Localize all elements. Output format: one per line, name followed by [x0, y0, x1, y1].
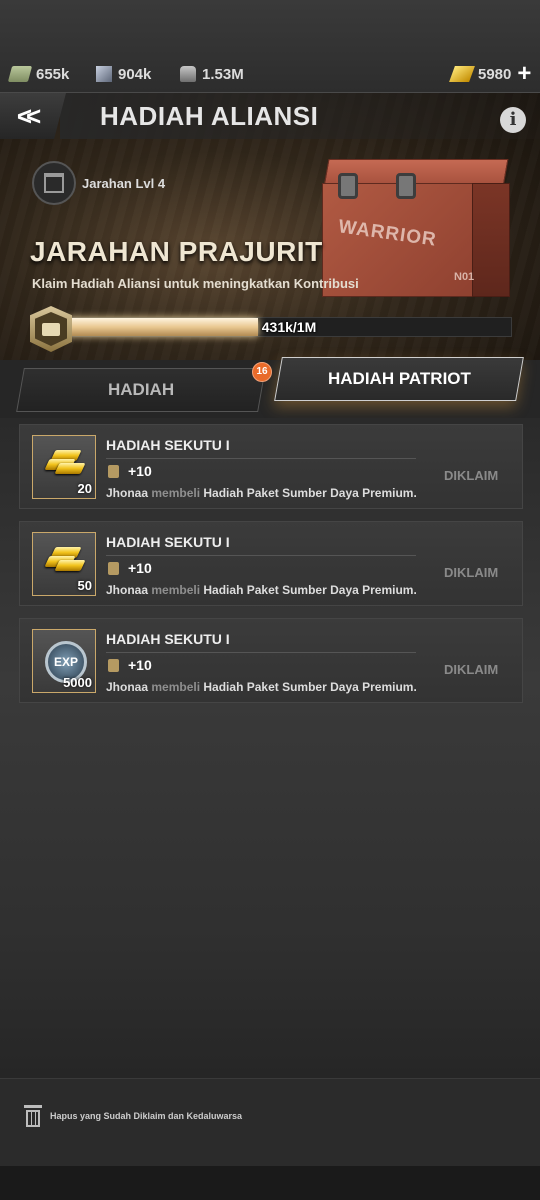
page-title: HADIAH ALIANSI: [100, 101, 319, 131]
loot-name: JARAHAN PRAJURIT: [30, 236, 323, 267]
buyer-name: Jhonaa: [106, 583, 149, 597]
contribution-badge-icon: [30, 306, 72, 352]
reward-icon: EXP 5000: [32, 629, 96, 693]
divider: [106, 458, 416, 459]
tab-patriot-rewards[interactable]: HADIAH PATRIOT: [274, 357, 524, 401]
verb: membeli: [151, 583, 201, 597]
contribution-icon: [108, 464, 119, 478]
gold-bars-icon: [43, 450, 86, 482]
gold-amount: 5980: [478, 65, 512, 83]
divider: [106, 652, 416, 653]
double-chevron-left-icon: <<: [16, 100, 42, 131]
loot-level: Jarahan Lvl 4: [32, 161, 165, 205]
reward-description: Jhonaa membeli Hadiah Paket Sumber Daya …: [106, 486, 417, 500]
buyer-name: Jhonaa: [106, 680, 149, 694]
list-item: EXP 5000 HADIAH SEKUTU I +10 Jhonaa memb…: [19, 618, 523, 703]
points-value: +10: [128, 657, 152, 673]
steel-amount: 904k: [118, 65, 152, 83]
contribution-icon: [108, 561, 119, 575]
reward-description: Jhonaa membeli Hadiah Paket Sumber Daya …: [106, 583, 417, 597]
buyer-name: Jhonaa: [106, 486, 149, 500]
cash-resource[interactable]: 655k: [7, 64, 70, 84]
reward-points: +10: [108, 657, 152, 673]
verb: membeli: [151, 680, 201, 694]
crate-number: N01: [454, 271, 475, 283]
resource-bar: 655k 904k 1.53M 5980 +: [0, 0, 540, 93]
trash-icon[interactable]: [24, 1105, 42, 1127]
gold-bars-icon: [43, 547, 86, 579]
reward-description: Jhonaa membeli Hadiah Paket Sumber Daya …: [106, 680, 417, 694]
contribution-icon: [108, 658, 119, 672]
claimed-status: DIKLAIM: [444, 662, 499, 677]
claimed-status: DIKLAIM: [444, 565, 499, 580]
rewards-count-badge: 16: [252, 362, 272, 382]
reward-title: HADIAH SEKUTU I: [106, 437, 230, 453]
tab-patriot-label: HADIAH PATRIOT: [327, 369, 471, 388]
reward-qty: 20: [77, 481, 92, 496]
reward-icon: 50: [32, 532, 96, 596]
clear-claimed-button[interactable]: Hapus yang Sudah Diklaim dan Kedaluwarsa: [50, 1111, 242, 1121]
gold-resource[interactable]: 5980 +: [449, 62, 531, 86]
reward-points: +10: [108, 560, 152, 576]
oil-resource[interactable]: 1.53M: [180, 64, 244, 84]
tab-rewards-label: HADIAH: [107, 380, 175, 399]
reward-qty: 5000: [63, 675, 92, 690]
info-button[interactable]: i: [500, 107, 526, 133]
steel-resource[interactable]: 904k: [96, 64, 151, 84]
loot-level-text: Jarahan Lvl 4: [82, 175, 166, 191]
list-item: 50 HADIAH SEKUTU I +10 Jhonaa membeli Ha…: [19, 521, 523, 606]
tab-rewards[interactable]: HADIAH: [16, 368, 266, 412]
loot-subtitle: Klaim Hadiah Aliansi untuk meningkatkan …: [32, 276, 359, 291]
cash-icon: [7, 66, 33, 82]
reward-list: 20 HADIAH SEKUTU I +10 Jhonaa membeli Ha…: [0, 418, 540, 1078]
reward-icon: 20: [32, 435, 96, 499]
oil-icon: [180, 66, 196, 82]
gold-icon: [449, 66, 475, 82]
item-name: Hadiah Paket Sumber Daya Premium.: [203, 680, 417, 694]
points-value: +10: [128, 463, 152, 479]
verb: membeli: [151, 486, 201, 500]
reward-title: HADIAH SEKUTU I: [106, 534, 230, 550]
item-name: Hadiah Paket Sumber Daya Premium.: [203, 486, 417, 500]
cash-amount: 655k: [36, 65, 70, 83]
footer-bar: Hapus yang Sudah Diklaim dan Kedaluwarsa: [0, 1078, 540, 1167]
list-item: 20 HADIAH SEKUTU I +10 Jhonaa membeli Ha…: [19, 424, 523, 509]
oil-amount: 1.53M: [202, 65, 244, 83]
points-value: +10: [128, 560, 152, 576]
tab-bar: HADIAH 16 HADIAH PATRIOT: [0, 357, 540, 418]
reward-title: HADIAH SEKUTU I: [106, 631, 230, 647]
reward-points: +10: [108, 463, 152, 479]
gift-icon: [32, 161, 76, 205]
contribution-progress-bar: 431k/1M: [66, 317, 512, 337]
add-gold-button[interactable]: +: [517, 62, 531, 86]
reward-qty: 50: [77, 578, 92, 593]
claimed-status: DIKLAIM: [444, 468, 499, 483]
system-bar: [0, 1166, 540, 1200]
steel-icon: [96, 66, 112, 82]
divider: [106, 555, 416, 556]
loot-banner: << HADIAH ALIANSI i Jarahan Lvl 4 WARRIO…: [0, 93, 540, 360]
back-button[interactable]: <<: [0, 93, 66, 139]
item-name: Hadiah Paket Sumber Daya Premium.: [203, 583, 417, 597]
progress-text: 431k/1M: [261, 319, 317, 335]
